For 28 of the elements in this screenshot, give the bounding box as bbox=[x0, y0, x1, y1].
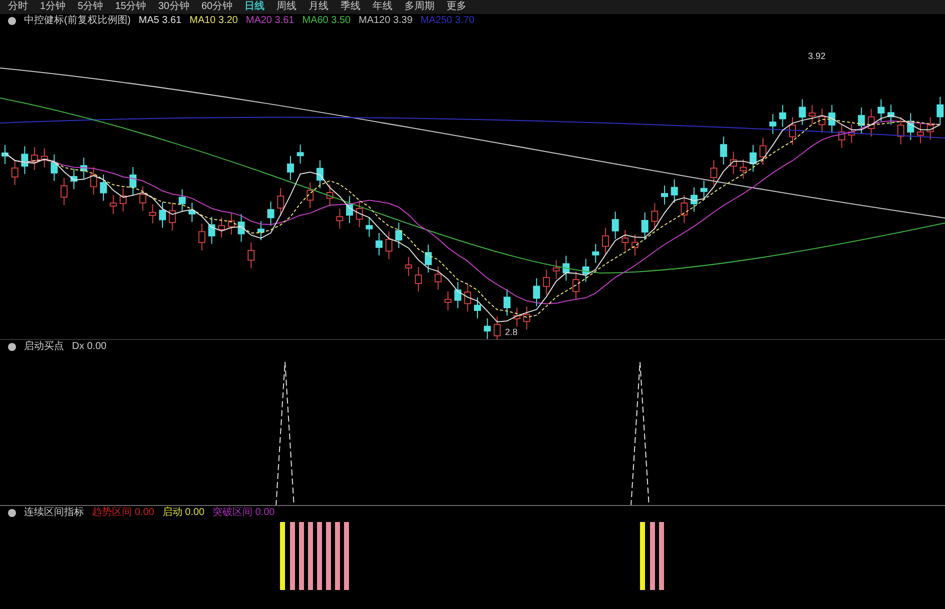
period-tab[interactable]: 分时 bbox=[8, 2, 28, 12]
indicator-value: MA20 3.61 bbox=[246, 16, 294, 26]
period-tab[interactable]: 60分钟 bbox=[201, 2, 232, 12]
period-tab[interactable]: 30分钟 bbox=[158, 2, 190, 12]
period-tab[interactable]: 年线 bbox=[372, 2, 392, 12]
indicator-value: 趋势区间 0.00 bbox=[92, 508, 154, 518]
indicator-value: MA10 3.20 bbox=[189, 16, 238, 26]
panel-title: 连续区间指标 bbox=[24, 508, 84, 518]
panel-title: 中控健标(前复权比例图) bbox=[24, 16, 131, 26]
indicator-value: MA5 3.61 bbox=[138, 16, 182, 26]
period-tab[interactable]: 15分钟 bbox=[115, 2, 146, 12]
period-tab[interactable]: 季线 bbox=[340, 2, 360, 12]
indicator-value: MA60 3.50 bbox=[302, 16, 351, 26]
indicator-value: 突破区间 0.00 bbox=[212, 508, 275, 518]
period-tab[interactable]: 5分钟 bbox=[78, 2, 104, 12]
panel-title: 启动买点 bbox=[24, 342, 64, 352]
period-tab[interactable]: 更多 bbox=[446, 2, 466, 12]
period-tab[interactable]: 多周期 bbox=[404, 2, 434, 12]
indicator-value: MA120 3.39 bbox=[358, 16, 413, 26]
period-tab[interactable]: 日线 bbox=[244, 2, 264, 12]
price-label: 2.8 bbox=[505, 326, 518, 339]
indicator-value: MA250 3.70 bbox=[420, 16, 474, 26]
price-label: 3.92 bbox=[808, 50, 826, 63]
period-tab[interactable]: 月线 bbox=[308, 2, 328, 12]
indicator-value: Dx 0.00 bbox=[72, 342, 106, 352]
period-tab[interactable]: 1分钟 bbox=[40, 2, 66, 12]
period-tab[interactable]: 周线 bbox=[276, 2, 296, 12]
indicator-value: 启动 0.00 bbox=[162, 508, 204, 518]
